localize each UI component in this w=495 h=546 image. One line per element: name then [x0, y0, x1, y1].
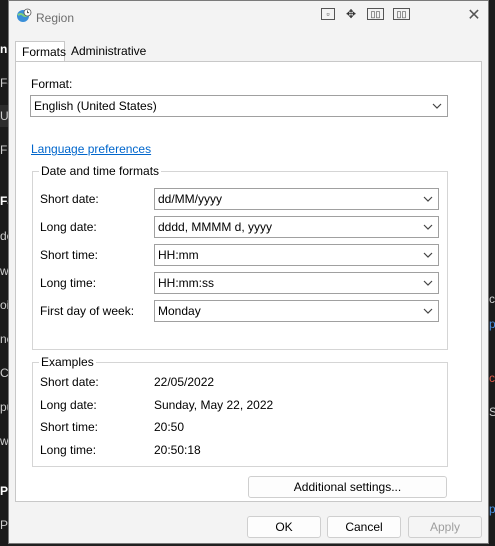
- titlebar-tools: ▫ ✥ ▯▯ ▯▯: [321, 7, 410, 21]
- background-text: Fa: [0, 194, 8, 208]
- background-text: wa: [0, 264, 8, 278]
- chevron-down-icon: [423, 224, 433, 230]
- background-right-strip: [489, 0, 495, 546]
- background-text: nc: [0, 332, 8, 346]
- chevron-down-icon: [423, 252, 433, 258]
- long-date-dropdown[interactable]: dddd, MMMM d, yyyy: [154, 216, 439, 238]
- short-date-dropdown[interactable]: dd/MM/yyyy: [154, 188, 439, 210]
- background-text: p: [489, 502, 495, 516]
- examples-title: Examples: [39, 355, 96, 369]
- background-text: Fo: [0, 76, 8, 90]
- globe-clock-icon: [17, 8, 32, 22]
- long-time-dropdown[interactable]: HH:mm:ss: [154, 272, 439, 294]
- background-text: Pe: [0, 518, 8, 532]
- background-text: oi: [0, 298, 8, 312]
- restore-box-icon[interactable]: ▫: [321, 8, 335, 20]
- first-day-of-week-dropdown[interactable]: Monday: [154, 300, 439, 322]
- chevron-down-icon: [423, 308, 433, 314]
- tab-formats[interactable]: Formats: [15, 41, 66, 62]
- datetime-formats-group: Date and time formats Short date: dd/MM/…: [32, 164, 448, 350]
- background-text: Si: [489, 405, 495, 419]
- background-text: ci: [489, 292, 495, 306]
- formats-panel: Format: English (United States) Language…: [15, 61, 482, 502]
- background-text: Fi: [0, 143, 8, 157]
- apply-button[interactable]: Apply: [408, 516, 482, 538]
- example-long-time-value: 20:50:18: [154, 443, 201, 457]
- chevron-down-icon: [432, 103, 442, 109]
- first-day-of-week-label: First day of week:: [40, 304, 135, 318]
- background-text: n: [0, 42, 8, 56]
- long-date-value: dddd, MMMM d, yyyy: [158, 220, 273, 234]
- background-text: Ch: [0, 366, 8, 380]
- examples-group: Examples Short date: 22/05/2022 Long dat…: [32, 355, 448, 467]
- ok-button[interactable]: OK: [247, 516, 321, 538]
- background-text: wa: [0, 434, 8, 448]
- example-short-time-label: Short time:: [40, 420, 99, 434]
- long-date-label: Long date:: [40, 220, 97, 234]
- additional-settings-button[interactable]: Additional settings...: [248, 476, 447, 498]
- short-time-label: Short time:: [40, 248, 99, 262]
- short-date-label: Short date:: [40, 192, 99, 206]
- long-time-label: Long time:: [40, 276, 97, 290]
- move-icon[interactable]: ✥: [344, 8, 358, 20]
- background-text: Pr: [0, 484, 8, 498]
- long-time-value: HH:mm:ss: [158, 276, 214, 290]
- chevron-down-icon: [423, 196, 433, 202]
- background-text: Up: [0, 109, 8, 123]
- format-label: Format:: [31, 77, 73, 91]
- background-text: do: [0, 229, 8, 243]
- example-short-date-value: 22/05/2022: [154, 375, 215, 389]
- cancel-button[interactable]: Cancel: [327, 516, 401, 538]
- tab-administrative[interactable]: Administrative: [65, 41, 146, 61]
- example-short-time-value: 20:50: [154, 420, 185, 434]
- example-long-time-label: Long time:: [40, 443, 97, 457]
- example-long-date-value: Sunday, May 22, 2022: [154, 398, 274, 412]
- language-preferences-link[interactable]: Language preferences: [31, 142, 151, 156]
- first-day-of-week-value: Monday: [158, 304, 201, 318]
- background-text: ct: [489, 371, 495, 385]
- short-time-value: HH:mm: [158, 248, 199, 262]
- short-date-value: dd/MM/yyyy: [158, 192, 223, 206]
- title-bar[interactable]: Region ▫ ✥ ▯▯ ▯▯ ✕: [9, 1, 488, 35]
- snap-right-icon[interactable]: ▯▯: [393, 8, 410, 20]
- snap-left-icon[interactable]: ▯▯: [367, 8, 384, 20]
- chevron-down-icon: [423, 280, 433, 286]
- example-long-date-label: Long date:: [40, 398, 97, 412]
- format-value: English (United States): [34, 99, 157, 113]
- datetime-group-title: Date and time formats: [39, 164, 162, 178]
- region-dialog: Region ▫ ✥ ▯▯ ▯▯ ✕ Formats Administrativ…: [8, 0, 489, 544]
- background-text: p: [489, 317, 495, 331]
- background-text: pu: [0, 400, 8, 414]
- example-short-date-label: Short date:: [40, 375, 99, 389]
- format-dropdown[interactable]: English (United States): [30, 95, 448, 117]
- close-button[interactable]: ✕: [467, 8, 481, 24]
- window-title: Region: [36, 11, 75, 25]
- short-time-dropdown[interactable]: HH:mm: [154, 244, 439, 266]
